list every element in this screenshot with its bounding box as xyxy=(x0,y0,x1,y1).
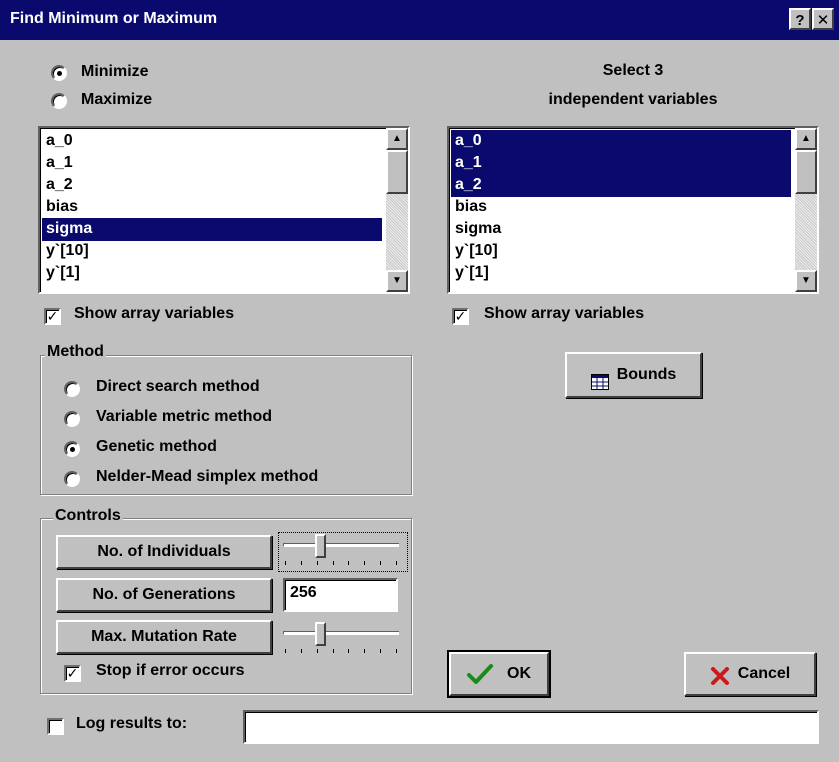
list-item[interactable]: y`[1] xyxy=(42,262,382,285)
genetic-label: Genetic method xyxy=(96,438,217,455)
stop-on-error-label: Stop if error occurs xyxy=(96,662,245,679)
select-count-label: Select 3 xyxy=(602,62,664,79)
variable-metric-label: Variable metric method xyxy=(96,408,273,425)
scroll-thumb[interactable] xyxy=(795,150,817,194)
list-item[interactable]: a_1 xyxy=(42,152,382,175)
log-results-label: Log results to: xyxy=(76,715,188,732)
direct-search-label: Direct search method xyxy=(96,378,260,395)
list-item-selected[interactable]: a_0 xyxy=(451,130,791,153)
list-item[interactable]: bias xyxy=(42,196,382,219)
cancel-label: Cancel xyxy=(737,665,791,682)
scroll-up-icon[interactable]: ▲ xyxy=(386,128,408,150)
list-item[interactable]: a_0 xyxy=(42,130,382,153)
minimize-label: Minimize xyxy=(81,63,149,80)
individuals-button[interactable]: No. of Individuals xyxy=(56,535,272,569)
scroll-down-icon[interactable]: ▼ xyxy=(795,270,817,292)
genetic-radio[interactable] xyxy=(64,441,80,457)
left-show-array-checkbox[interactable]: ✓ xyxy=(44,308,61,325)
log-results-checkbox[interactable] xyxy=(47,718,64,735)
list-item[interactable]: y`[10] xyxy=(451,240,791,263)
mutation-slider-ticks xyxy=(285,649,397,653)
list-item[interactable]: a_2 xyxy=(42,174,382,197)
scroll-up-icon[interactable]: ▲ xyxy=(795,128,817,150)
generations-input[interactable]: 256 xyxy=(283,578,398,612)
help-button[interactable]: ? xyxy=(789,8,811,30)
method-group-title: Method xyxy=(45,343,106,361)
list-item-selected[interactable]: sigma xyxy=(42,218,382,241)
individuals-slider[interactable] xyxy=(278,532,408,572)
minimize-radio[interactable] xyxy=(51,65,67,81)
mutation-slider-track xyxy=(283,631,399,635)
stop-on-error-checkbox[interactable]: ✓ xyxy=(64,665,81,682)
log-path-input[interactable] xyxy=(243,710,819,744)
left-list-scrollbar[interactable]: ▲ ▼ xyxy=(386,128,408,292)
scroll-thumb[interactable] xyxy=(386,150,408,194)
mutation-slider[interactable] xyxy=(279,621,407,659)
right-variable-list[interactable]: a_0 a_1 a_2 bias sigma y`[10] y`[1] ▲ ▼ xyxy=(447,126,819,294)
nelder-mead-label: Nelder-Mead simplex method xyxy=(96,468,319,485)
cancel-button[interactable]: Cancel xyxy=(684,652,816,696)
left-variable-list[interactable]: a_0 a_1 a_2 bias sigma y`[10] y`[1] ▲ ▼ xyxy=(38,126,410,294)
list-item[interactable]: y`[1] xyxy=(451,262,791,285)
right-show-array-label: Show array variables xyxy=(484,305,645,322)
ok-button[interactable]: OK xyxy=(447,650,551,698)
bounds-label: Bounds xyxy=(616,366,677,383)
x-icon xyxy=(710,662,730,685)
list-item[interactable]: sigma xyxy=(451,218,791,241)
ok-label: OK xyxy=(507,665,531,682)
right-list-scrollbar[interactable]: ▲ ▼ xyxy=(795,128,817,292)
select-instruction-label: independent variables xyxy=(548,91,718,108)
generations-button[interactable]: No. of Generations xyxy=(56,578,272,612)
bounds-button[interactable]: Bounds xyxy=(565,352,702,398)
list-item-selected[interactable]: a_2 xyxy=(451,174,791,197)
title-bar[interactable]: Find Minimum or Maximum ? ✕ xyxy=(0,0,839,40)
controls-group-title: Controls xyxy=(53,507,123,525)
table-icon xyxy=(590,365,609,390)
scroll-down-icon[interactable]: ▼ xyxy=(386,270,408,292)
close-button[interactable]: ✕ xyxy=(812,8,834,30)
list-item-selected[interactable]: a_1 xyxy=(451,152,791,175)
list-item[interactable]: y`[10] xyxy=(42,240,382,263)
mutation-slider-thumb[interactable] xyxy=(314,622,326,646)
list-item[interactable]: bias xyxy=(451,196,791,219)
checkmark-icon xyxy=(467,661,493,684)
mutation-button[interactable]: Max. Mutation Rate xyxy=(56,620,272,654)
individuals-slider-thumb[interactable] xyxy=(314,534,326,558)
individuals-slider-ticks xyxy=(285,561,397,565)
right-show-array-checkbox[interactable]: ✓ xyxy=(452,308,469,325)
individuals-slider-track xyxy=(283,543,399,547)
maximize-radio[interactable] xyxy=(51,93,67,109)
window-title: Find Minimum or Maximum xyxy=(10,10,218,27)
direct-search-radio[interactable] xyxy=(64,381,80,397)
variable-metric-radio[interactable] xyxy=(64,411,80,427)
maximize-label: Maximize xyxy=(81,91,153,108)
left-show-array-label: Show array variables xyxy=(74,305,235,322)
nelder-mead-radio[interactable] xyxy=(64,471,80,487)
